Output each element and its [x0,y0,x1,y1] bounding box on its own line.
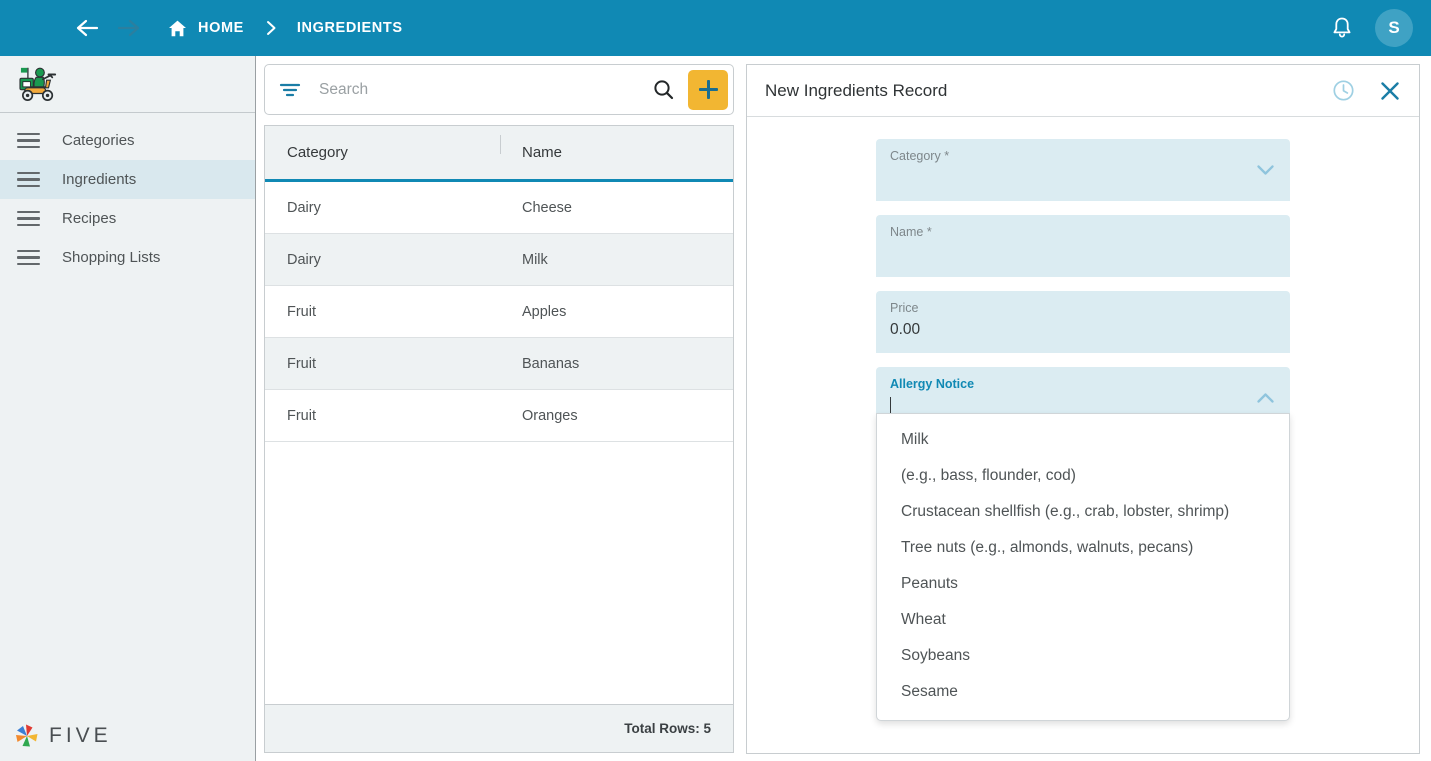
chevron-up-icon[interactable] [1257,391,1274,409]
allergy-notice-dropdown: Milk (e.g., bass, flounder, cod) Crustac… [876,413,1290,721]
dropdown-option[interactable]: Soybeans [877,638,1289,674]
table-row[interactable]: Fruit Oranges [265,390,733,442]
form-header: New Ingredients Record [747,65,1419,117]
cell-category: Dairy [287,199,321,216]
field-label: Name * [890,225,932,239]
name-text-field[interactable]: Name * [876,215,1290,277]
dropdown-option[interactable]: Wheat [877,602,1289,638]
dropdown-option[interactable]: (e.g., bass, flounder, cod) [877,458,1289,494]
field-label: Category * [890,149,950,163]
sidebar-item-categories[interactable]: Categories [0,121,255,160]
breadcrumb: HOME INGREDIENTS [168,19,403,38]
cell-name: Apples [522,303,567,320]
table-row[interactable]: Fruit Bananas [265,338,733,390]
total-rows-label: Total Rows: 5 [624,721,711,736]
clock-history-icon[interactable] [1332,79,1355,102]
list-icon [17,133,40,148]
search-input[interactable] [319,80,639,99]
list-icon [17,211,40,226]
list-icon [17,250,40,265]
chevron-down-icon[interactable] [1257,163,1274,181]
field-value [890,169,1276,188]
sidebar-item-label: Shopping Lists [62,249,161,266]
search-icon[interactable] [639,79,688,100]
cell-category: Fruit [287,355,316,372]
records-table: Category Name Dairy Cheese Dairy Milk Fr… [264,125,734,753]
field-value [890,245,1276,264]
filter-icon[interactable] [279,81,301,99]
dropdown-option[interactable]: Peanuts [877,566,1289,602]
plus-icon [698,80,718,99]
price-text-field[interactable]: Price 0.00 [876,291,1290,353]
hamburger-menu-icon[interactable] [22,19,48,37]
breadcrumb-current-label: INGREDIENTS [296,20,403,36]
table-row[interactable]: Fruit Apples [265,286,733,338]
dropdown-option[interactable]: Milk [877,422,1289,458]
five-pinwheel-logo [16,724,38,747]
list-icon [17,172,40,187]
sidebar: Categories Ingredients Recipes Shopping … [0,56,256,761]
cell-name: Cheese [522,199,572,216]
delivery-scooter-logo [19,67,57,102]
five-brand-logo: FIVE [14,723,112,749]
sidebar-nav: Categories Ingredients Recipes Shopping … [0,113,255,277]
app-root: HOME INGREDIENTS S Categories Ingredient… [0,0,1431,761]
dropdown-option[interactable]: Sesame [877,674,1289,710]
sidebar-item-label: Ingredients [62,171,137,188]
sidebar-item-label: Recipes [62,210,117,227]
chevron-right-icon [266,20,277,36]
arrow-back-icon[interactable] [74,17,100,39]
column-header-name[interactable]: Name [500,135,733,161]
field-label: Allergy Notice [890,377,975,391]
table-footer: Total Rows: 5 [265,704,733,752]
field-value: 0.00 [890,321,921,338]
breadcrumb-home-label[interactable]: HOME [198,20,244,36]
dropdown-option[interactable]: Crustacean shellfish (e.g., crab, lobste… [877,494,1289,530]
table-row[interactable]: Dairy Cheese [265,182,733,234]
bell-icon[interactable] [1331,16,1353,40]
avatar[interactable]: S [1375,9,1413,47]
cell-category: Fruit [287,407,316,424]
records-list-panel: Category Name Dairy Cheese Dairy Milk Fr… [264,64,734,754]
app-logo [0,56,255,113]
sidebar-item-label: Categories [62,132,135,149]
column-header-category[interactable]: Category [265,144,500,161]
category-select-field[interactable]: Category * [876,139,1290,201]
search-bar [264,64,734,115]
sidebar-item-ingredients[interactable]: Ingredients [0,160,255,199]
cell-category: Dairy [287,251,321,268]
cell-name: Bananas [522,355,580,372]
table-body: Dairy Cheese Dairy Milk Fruit Apples Fru… [265,182,733,704]
table-row[interactable]: Dairy Milk [265,234,733,286]
home-icon[interactable] [168,19,187,38]
top-bar-actions: S [1331,9,1413,47]
sidebar-item-shopping-lists[interactable]: Shopping Lists [0,238,255,277]
record-form-panel: New Ingredients Record Category * Name *… [746,64,1420,754]
close-x-icon[interactable] [1379,80,1401,102]
five-brand-text: FIVE [49,724,112,747]
cell-category: Fruit [287,303,316,320]
top-app-bar: HOME INGREDIENTS S [0,0,1431,56]
form-header-actions [1332,79,1401,102]
add-record-button[interactable] [688,69,728,110]
form-body: Category * Name * Price 0.00 Allergy Not… [747,117,1419,721]
arrow-forward-icon[interactable] [116,17,142,39]
table-header-row: Category Name [265,126,733,182]
cell-name: Oranges [522,407,578,424]
dropdown-option[interactable]: Tree nuts (e.g., almonds, walnuts, pecan… [877,530,1289,566]
sidebar-item-recipes[interactable]: Recipes [0,199,255,238]
cell-name: Milk [522,251,548,268]
form-title: New Ingredients Record [765,80,948,100]
field-label: Price [890,301,919,315]
